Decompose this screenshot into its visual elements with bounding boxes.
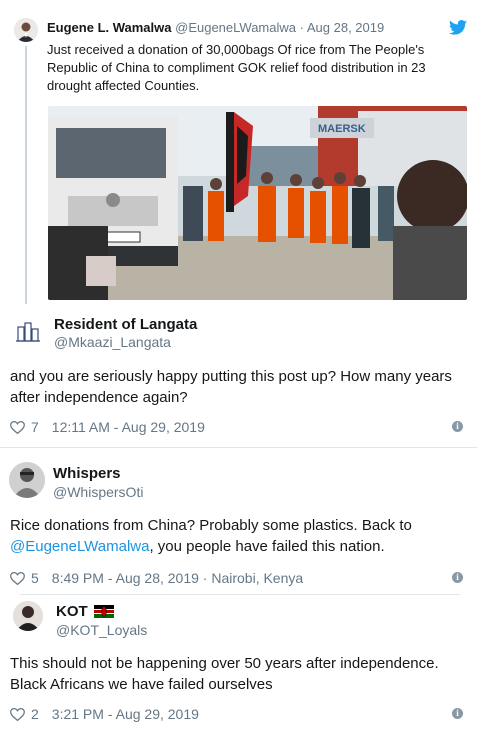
divider: [0, 447, 477, 448]
author-handle[interactable]: @WhispersOti: [53, 484, 143, 500]
heart-icon[interactable]: [10, 571, 25, 585]
tweet-text: Rice donations from China? Probably some…: [10, 515, 470, 557]
info-icon[interactable]: i: [452, 572, 463, 583]
author-handle[interactable]: @Mkaazi_Langata: [54, 334, 171, 350]
avatar[interactable]: [13, 601, 43, 631]
info-icon[interactable]: i: [452, 421, 463, 432]
author-handle[interactable]: @KOT_Loyals: [56, 622, 147, 638]
building-avatar-image: [14, 318, 42, 346]
author-name[interactable]: Whispers: [53, 465, 121, 482]
author-handle[interactable]: @EugeneLWamalwa: [175, 20, 296, 35]
avatar[interactable]: [14, 18, 38, 42]
person-avatar-image: [14, 18, 38, 42]
separator: ·: [299, 20, 304, 35]
heart-icon[interactable]: [10, 420, 25, 434]
author-name[interactable]: Resident of Langata: [54, 316, 197, 333]
tweet-meta: 5 8:49 PM - Aug 28, 2019 · Nairobi, Keny…: [10, 570, 303, 586]
divider: [20, 594, 460, 595]
info-icon[interactable]: i: [452, 708, 463, 719]
tweet-meta: 7 12:11 AM - Aug 29, 2019: [10, 419, 205, 435]
tweet-timestamp[interactable]: 3:21 PM - Aug 29, 2019: [52, 706, 199, 722]
tweet-text: Just received a donation of 30,000bags O…: [47, 42, 426, 93]
like-count[interactable]: 7: [31, 419, 39, 435]
person-avatar-image: [9, 462, 45, 498]
tweet-text-part: Rice donations from China? Probably some…: [10, 517, 412, 534]
twitter-bird-icon[interactable]: [449, 20, 467, 35]
tweet-text: and you are seriously happy putting this…: [10, 368, 452, 406]
like-count[interactable]: 5: [31, 570, 39, 586]
tweet-date[interactable]: Aug 28, 2019: [307, 20, 384, 35]
tweet-meta: 2 3:21 PM - Aug 29, 2019: [10, 706, 199, 722]
kenya-flag-icon: [93, 605, 114, 618]
tweet-photo[interactable]: MAERSK: [48, 106, 467, 300]
mention-link[interactable]: @EugeneLWamalwa: [10, 538, 149, 555]
author-name[interactable]: KOT: [56, 603, 88, 620]
tweet-timestamp[interactable]: 8:49 PM - Aug 28, 2019 · Nairobi, Kenya: [52, 570, 303, 586]
tweet-header: Eugene L. Wamalwa @EugeneLWamalwa · Aug …: [47, 20, 437, 35]
tweet-text-part: , you people have failed this nation.: [149, 538, 385, 555]
tweet-text: This should not be happening over 50 yea…: [10, 655, 439, 693]
avatar[interactable]: [14, 318, 42, 346]
like-count[interactable]: 2: [31, 706, 39, 722]
thread-line: [25, 46, 27, 304]
author-row: KOT: [56, 603, 114, 620]
heart-icon[interactable]: [10, 707, 25, 721]
avatar[interactable]: [9, 462, 45, 498]
tweet-timestamp[interactable]: 12:11 AM - Aug 29, 2019: [52, 419, 205, 435]
maersk-sign: MAERSK: [318, 123, 366, 135]
person-avatar-image: [13, 601, 43, 631]
author-name[interactable]: Eugene L. Wamalwa: [47, 20, 172, 35]
